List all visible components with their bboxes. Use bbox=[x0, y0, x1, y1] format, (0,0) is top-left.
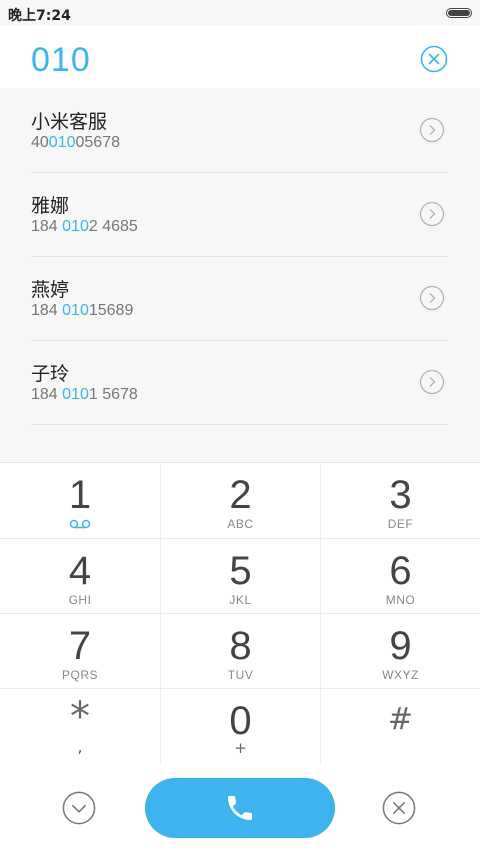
key-letters: PQRS bbox=[61, 668, 98, 682]
key-9[interactable]: 9 WXYZ bbox=[320, 613, 480, 688]
dial-keypad: 1 2 ABC 3 DEF 4 GHI 5 JKL 6 MNO 7 PQRS 8… bbox=[0, 462, 480, 766]
clear-input-icon[interactable] bbox=[420, 45, 448, 73]
status-time: 晚上7:24 bbox=[8, 8, 71, 24]
key-letters: GHI bbox=[68, 593, 92, 607]
key-letters: TUV bbox=[227, 668, 254, 682]
chevron-right-circle-icon[interactable] bbox=[419, 117, 445, 143]
dialed-number[interactable]: 010 bbox=[31, 41, 91, 80]
contact-result-row[interactable]: 子玲 184 0101 5678 bbox=[31, 340, 448, 425]
key-8[interactable]: 8 TUV bbox=[160, 613, 320, 688]
key-7[interactable]: 7 PQRS bbox=[0, 613, 160, 688]
key-6[interactable]: 6 MNO bbox=[320, 538, 480, 613]
chevron-right-circle-icon[interactable] bbox=[419, 369, 445, 395]
key-letters: DEF bbox=[387, 517, 414, 531]
number-match-highlight: 010 bbox=[48, 134, 76, 151]
contact-number: 184 01015689 bbox=[31, 302, 134, 319]
key-digit: 8 bbox=[229, 624, 252, 668]
contact-name: 雅娜 bbox=[31, 195, 70, 217]
call-button[interactable] bbox=[145, 778, 335, 838]
key-digit: * bbox=[70, 694, 90, 740]
key-2[interactable]: 2 ABC bbox=[160, 463, 320, 538]
contact-result-row[interactable]: 小米客服 4001005678 bbox=[31, 88, 448, 173]
key-digit: 3 bbox=[389, 473, 412, 517]
contact-name: 小米客服 bbox=[31, 111, 108, 133]
key-digit: 5 bbox=[229, 549, 252, 593]
number-match-highlight: 010 bbox=[62, 218, 89, 235]
key-letters: WXYZ bbox=[382, 668, 419, 682]
delete-circle-icon[interactable] bbox=[382, 791, 416, 825]
dialer-action-bar bbox=[0, 765, 480, 853]
key-letters: ABC bbox=[227, 517, 254, 531]
key-digit: 7 bbox=[68, 624, 92, 668]
battery-icon bbox=[446, 8, 472, 18]
key-star[interactable]: * , bbox=[0, 688, 160, 763]
contact-number: 184 0102 4685 bbox=[31, 218, 138, 235]
number-match-highlight: 010 bbox=[62, 386, 89, 403]
contact-name: 燕婷 bbox=[31, 279, 70, 301]
chevron-down-circle-icon[interactable] bbox=[62, 791, 96, 825]
key-digit: 4 bbox=[68, 549, 92, 593]
key-letters: MNO bbox=[385, 593, 416, 607]
key-digit: 0 bbox=[229, 699, 252, 743]
number-match-highlight: 010 bbox=[62, 302, 89, 319]
contact-result-row[interactable]: 雅娜 184 0102 4685 bbox=[31, 172, 448, 257]
key-letters: + bbox=[234, 739, 247, 757]
chevron-right-circle-icon[interactable] bbox=[419, 201, 445, 227]
key-letters: , bbox=[77, 737, 83, 756]
key-5[interactable]: 5 JKL bbox=[160, 538, 320, 613]
key-digit: 6 bbox=[389, 549, 412, 593]
key-4[interactable]: 4 GHI bbox=[0, 538, 160, 613]
key-0[interactable]: 0 + bbox=[160, 688, 320, 763]
key-hash[interactable]: # bbox=[320, 688, 480, 763]
contact-results-list: 小米客服 4001005678 雅娜 184 0102 4685 燕婷 184 … bbox=[0, 88, 480, 462]
contact-number: 4001005678 bbox=[31, 134, 120, 151]
chevron-right-circle-icon[interactable] bbox=[419, 285, 445, 311]
key-digit: # bbox=[387, 702, 414, 737]
key-digit: 2 bbox=[229, 473, 252, 517]
status-bar: 晚上7:24 bbox=[0, 0, 480, 26]
dial-input-bar: 010 bbox=[0, 26, 480, 88]
key-digit: 9 bbox=[389, 624, 412, 668]
contact-result-row[interactable]: 燕婷 184 01015689 bbox=[31, 256, 448, 341]
voicemail-icon bbox=[69, 519, 91, 529]
key-letters: JKL bbox=[229, 593, 252, 607]
phone-icon bbox=[228, 796, 252, 820]
contact-number: 184 0101 5678 bbox=[31, 386, 138, 403]
key-3[interactable]: 3 DEF bbox=[320, 463, 480, 538]
key-1[interactable]: 1 bbox=[0, 463, 160, 538]
contact-name: 子玲 bbox=[31, 363, 70, 385]
key-digit: 1 bbox=[68, 473, 92, 517]
